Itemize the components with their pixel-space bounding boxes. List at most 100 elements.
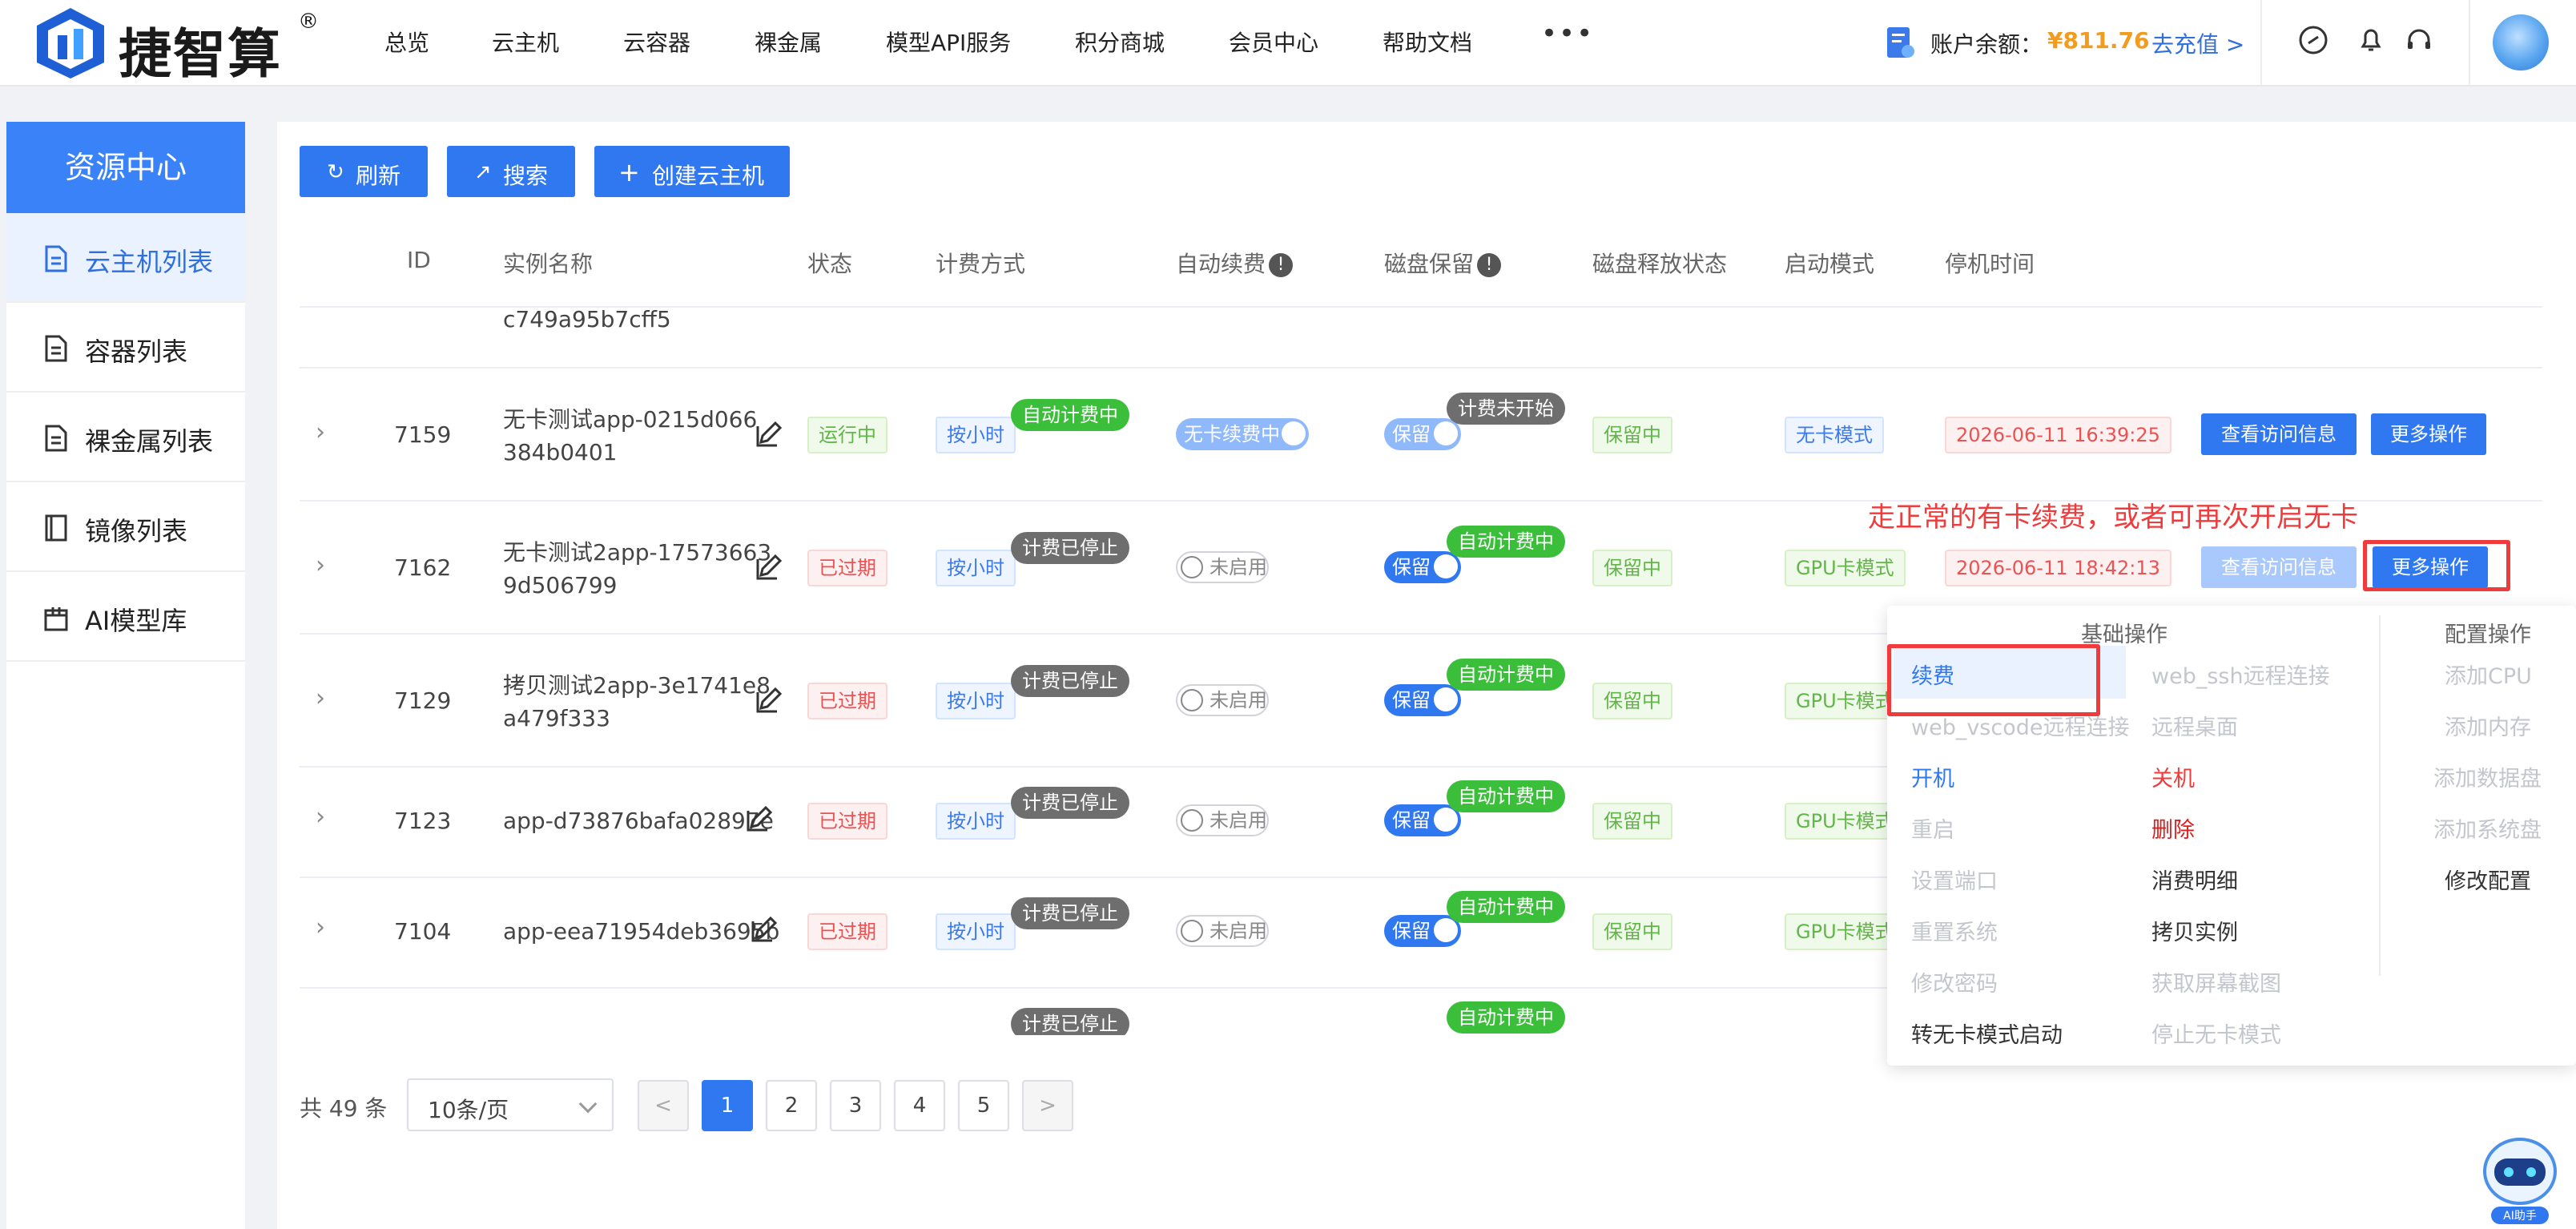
sidebar-item-image-list[interactable]: 镜像列表: [6, 482, 245, 572]
nav-model-api[interactable]: 模型API服务: [886, 26, 1011, 58]
instance-id: 7129: [394, 687, 452, 714]
instance-id: 7159: [394, 421, 452, 448]
brand-name: 捷智算: [119, 23, 282, 85]
disk-keep-toggle[interactable]: 保留: [1384, 915, 1461, 947]
page-size-select[interactable]: 10条/页: [407, 1078, 614, 1131]
auto-renew-toggle[interactable]: 未启用: [1176, 551, 1269, 583]
menu-item-change-password[interactable]: 修改密码: [1911, 966, 1998, 997]
auto-renew-toggle[interactable]: 无卡续费中: [1176, 418, 1309, 450]
status-badge: 已过期: [807, 913, 888, 950]
headset-icon[interactable]: [2403, 24, 2435, 56]
menu-item-set-port[interactable]: 设置端口: [1911, 864, 1998, 895]
toggle-knob: [1434, 687, 1458, 711]
recharge-link[interactable]: 去充值 >: [2151, 27, 2244, 59]
page-button[interactable]: 5: [958, 1080, 1009, 1131]
view-access-info-button[interactable]: 查看访问信息: [2201, 546, 2357, 588]
next-page-button[interactable]: >: [1022, 1080, 1073, 1131]
disk-release-badge: 保留中: [1592, 417, 1672, 453]
menu-item-copy-instance[interactable]: 拷贝实例: [2151, 915, 2238, 946]
total-count: 共 49 条: [300, 1095, 388, 1122]
page-button[interactable]: 3: [830, 1080, 881, 1131]
menu-item-renew[interactable]: 续费: [1911, 659, 1954, 690]
create-cloud-host-button[interactable]: + 创建云主机: [594, 146, 790, 197]
edit-icon[interactable]: [755, 686, 783, 715]
nav-cloud-host[interactable]: 云主机: [492, 26, 559, 58]
menu-item-reset-system[interactable]: 重置系统: [1911, 915, 1998, 946]
col-header-id: ID: [407, 247, 431, 273]
expand-icon[interactable]: ›: [316, 551, 325, 579]
auto-renew-toggle[interactable]: 未启用: [1176, 915, 1269, 947]
expand-icon[interactable]: ›: [316, 418, 325, 446]
disk-keep-toggle[interactable]: 保留: [1384, 804, 1461, 836]
toggle-knob: [1181, 689, 1203, 711]
stop-time-badge: 2026-06-11 16:39:25: [1945, 417, 2171, 453]
edit-icon[interactable]: [755, 553, 783, 582]
expand-icon[interactable]: ›: [316, 803, 325, 831]
document-icon: [45, 335, 67, 362]
menu-item-add-data-disk[interactable]: 添加数据盘: [2433, 761, 2542, 792]
auto-renew-toggle[interactable]: 未启用: [1176, 684, 1269, 716]
menu-item-power-on[interactable]: 开机: [1911, 761, 1954, 792]
menu-item-screenshot[interactable]: 获取屏幕截图: [2151, 966, 2281, 997]
page-button[interactable]: 2: [766, 1080, 817, 1131]
help-icon[interactable]: !: [1477, 253, 1502, 277]
search-button[interactable]: ↗ 搜索: [447, 146, 575, 197]
menu-item-restart[interactable]: 重启: [1911, 812, 1954, 844]
menu-item-add-memory[interactable]: 添加内存: [2445, 710, 2531, 741]
col-header-auto-renew: 自动续费!: [1176, 247, 1294, 279]
sidebar-item-label: 容器列表: [85, 336, 188, 367]
toggle-knob: [1434, 421, 1458, 445]
instance-name: 无卡测试app-0215d066: [503, 406, 758, 433]
disk-keep-toggle[interactable]: 保留: [1384, 551, 1461, 583]
menu-item-web-ssh[interactable]: web_ssh远程连接: [2151, 659, 2330, 690]
menu-item-remote-desktop[interactable]: 远程桌面: [2151, 710, 2238, 741]
expand-icon[interactable]: ›: [316, 913, 325, 941]
sidebar-item-ai-model-library[interactable]: AI模型库: [6, 572, 245, 662]
page-button[interactable]: 1: [702, 1080, 753, 1131]
expand-icon[interactable]: ›: [316, 684, 325, 712]
menu-item-delete[interactable]: 删除: [2151, 812, 2195, 844]
edit-icon[interactable]: [745, 804, 774, 833]
col-header-disk-keep: 磁盘保留!: [1384, 247, 1502, 279]
page-button[interactable]: 4: [894, 1080, 945, 1131]
menu-item-billing-details[interactable]: 消费明细: [2151, 864, 2238, 895]
nav-bare-metal[interactable]: 裸金属: [755, 26, 822, 58]
avatar[interactable]: [2493, 14, 2549, 71]
col-header-name: 实例名称: [503, 251, 594, 277]
disk-keep-toggle[interactable]: 保留: [1384, 418, 1461, 450]
toggle-knob: [1434, 808, 1458, 832]
menu-item-add-cpu[interactable]: 添加CPU: [2445, 659, 2532, 690]
nav-more-icon[interactable]: •••: [1541, 18, 1594, 50]
sidebar-item-bare-metal-list[interactable]: 裸金属列表: [6, 393, 245, 482]
sidebar-item-container-list[interactable]: 容器列表: [6, 303, 245, 393]
nav-help-docs[interactable]: 帮助文档: [1383, 26, 1472, 58]
ai-assistant-icon[interactable]: AI助手: [2475, 1131, 2565, 1227]
menu-item-add-system-disk[interactable]: 添加系统盘: [2433, 812, 2542, 844]
more-actions-button[interactable]: 更多操作: [2373, 546, 2488, 588]
sidebar-item-cloud-host-list[interactable]: 云主机列表: [6, 213, 245, 303]
menu-item-web-vscode[interactable]: web_vscode远程连接: [1911, 710, 2130, 741]
menu-item-power-off[interactable]: 关机: [2151, 761, 2195, 792]
menu-item-stop-cardless[interactable]: 停止无卡模式: [2151, 1017, 2281, 1049]
more-actions-button[interactable]: 更多操作: [2371, 413, 2486, 455]
edit-icon[interactable]: [750, 915, 779, 944]
disk-keep-toggle[interactable]: 保留: [1384, 684, 1461, 716]
book-icon: [45, 514, 67, 542]
status-badge: 已过期: [807, 683, 888, 719]
refresh-button[interactable]: ↻ 刷新: [300, 146, 428, 197]
prev-page-button[interactable]: <: [638, 1080, 689, 1131]
billing-badge: 按小时: [936, 417, 1016, 453]
nav-points-mall[interactable]: 积分商城: [1075, 26, 1165, 58]
help-icon[interactable]: !: [1269, 253, 1294, 277]
menu-item-modify-config[interactable]: 修改配置: [2445, 864, 2531, 895]
disk-billing-bubble: 自动计费中: [1447, 526, 1565, 558]
nav-overview[interactable]: 总览: [384, 26, 429, 58]
nav-member-center[interactable]: 会员中心: [1229, 26, 1318, 58]
bell-icon[interactable]: [2355, 24, 2387, 56]
auto-renew-toggle[interactable]: 未启用: [1176, 804, 1269, 836]
menu-item-switch-cardless[interactable]: 转无卡模式启动: [1911, 1017, 2063, 1049]
edit-icon[interactable]: [755, 420, 783, 449]
nav-cloud-container[interactable]: 云容器: [623, 26, 690, 58]
link-icon[interactable]: [2297, 24, 2329, 56]
view-access-info-button[interactable]: 查看访问信息: [2201, 413, 2357, 455]
